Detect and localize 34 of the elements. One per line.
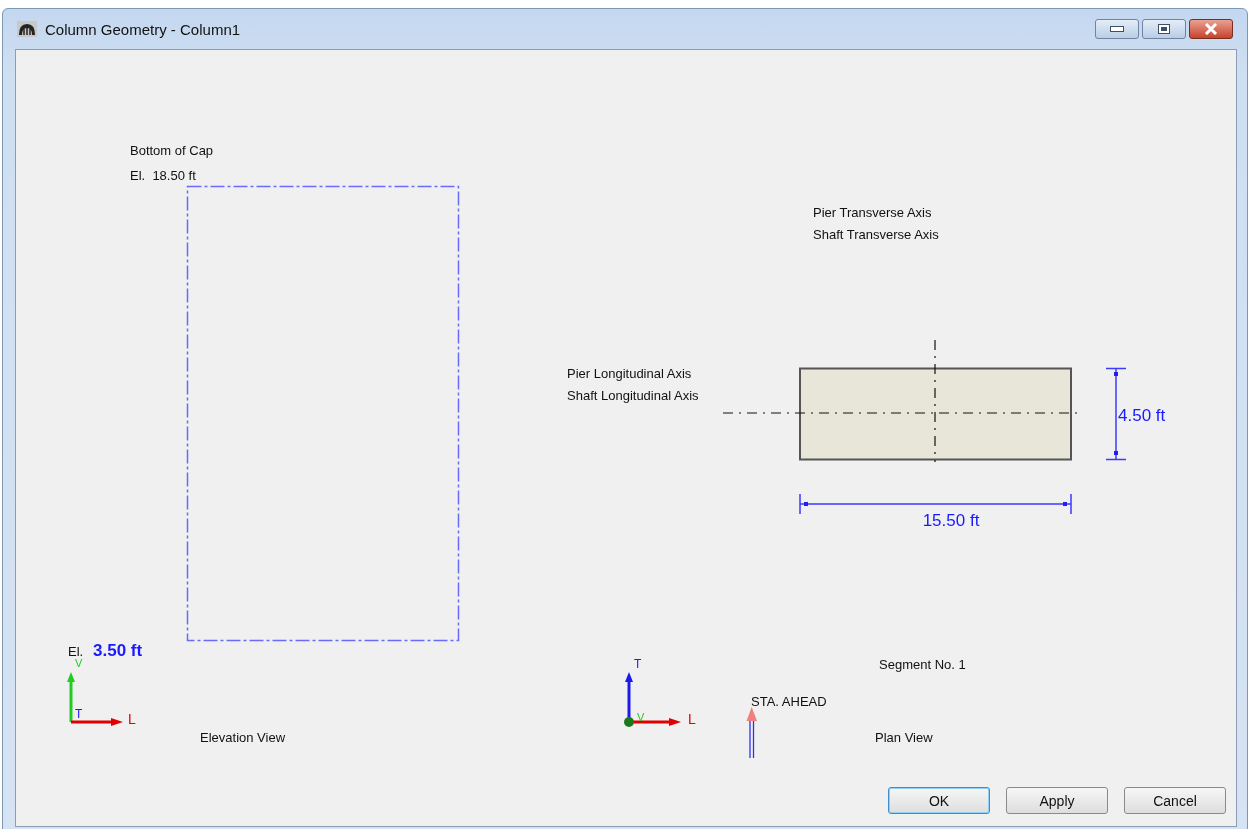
axis-label: V xyxy=(75,657,83,669)
axis-arrows-icon xyxy=(67,672,123,726)
elevation-value: 3.50 ft xyxy=(93,641,143,660)
bridge-icon xyxy=(17,21,37,37)
window-title: Column Geometry - Column1 xyxy=(45,20,241,38)
elevation-label: El. xyxy=(68,644,84,659)
close-button[interactable] xyxy=(1189,19,1233,39)
axis-label: L xyxy=(128,711,136,727)
elevation-label: El. 18.50 ft xyxy=(130,168,196,183)
axis-name: Pier Transverse Axis xyxy=(813,205,932,220)
cap-label: Bottom of Cap xyxy=(130,143,214,158)
axis-name: Pier Longitudinal Axis xyxy=(567,366,692,381)
axis-arrows-icon xyxy=(624,672,681,727)
dimension-value: 15.50 ft xyxy=(922,511,980,530)
view-title: Elevation View xyxy=(200,730,286,745)
close-icon xyxy=(1204,23,1218,35)
station-label: STA. AHEAD xyxy=(751,694,827,709)
axis-label: T xyxy=(75,707,83,721)
axis-name: Shaft Transverse Axis xyxy=(813,227,939,242)
minimize-icon xyxy=(1110,26,1124,32)
axis-label: L xyxy=(688,711,696,727)
minimize-button[interactable] xyxy=(1095,19,1139,39)
axis-name: Shaft Longitudinal Axis xyxy=(567,388,699,403)
dialog-button[interactable]: Apply xyxy=(1006,787,1108,814)
dimension-value: 4.50 ft xyxy=(1118,406,1166,425)
station-arrow-icon xyxy=(746,707,757,759)
view-title: Plan View xyxy=(875,730,933,745)
axis-label: V xyxy=(637,711,645,723)
maximize-button[interactable] xyxy=(1142,19,1186,39)
dialog-button[interactable]: Cancel xyxy=(1124,787,1226,814)
axis-label: T xyxy=(634,657,642,671)
segment-label: Segment No. 1 xyxy=(879,657,966,672)
dialog-button[interactable]: OK xyxy=(888,787,990,814)
maximize-icon xyxy=(1158,24,1170,34)
